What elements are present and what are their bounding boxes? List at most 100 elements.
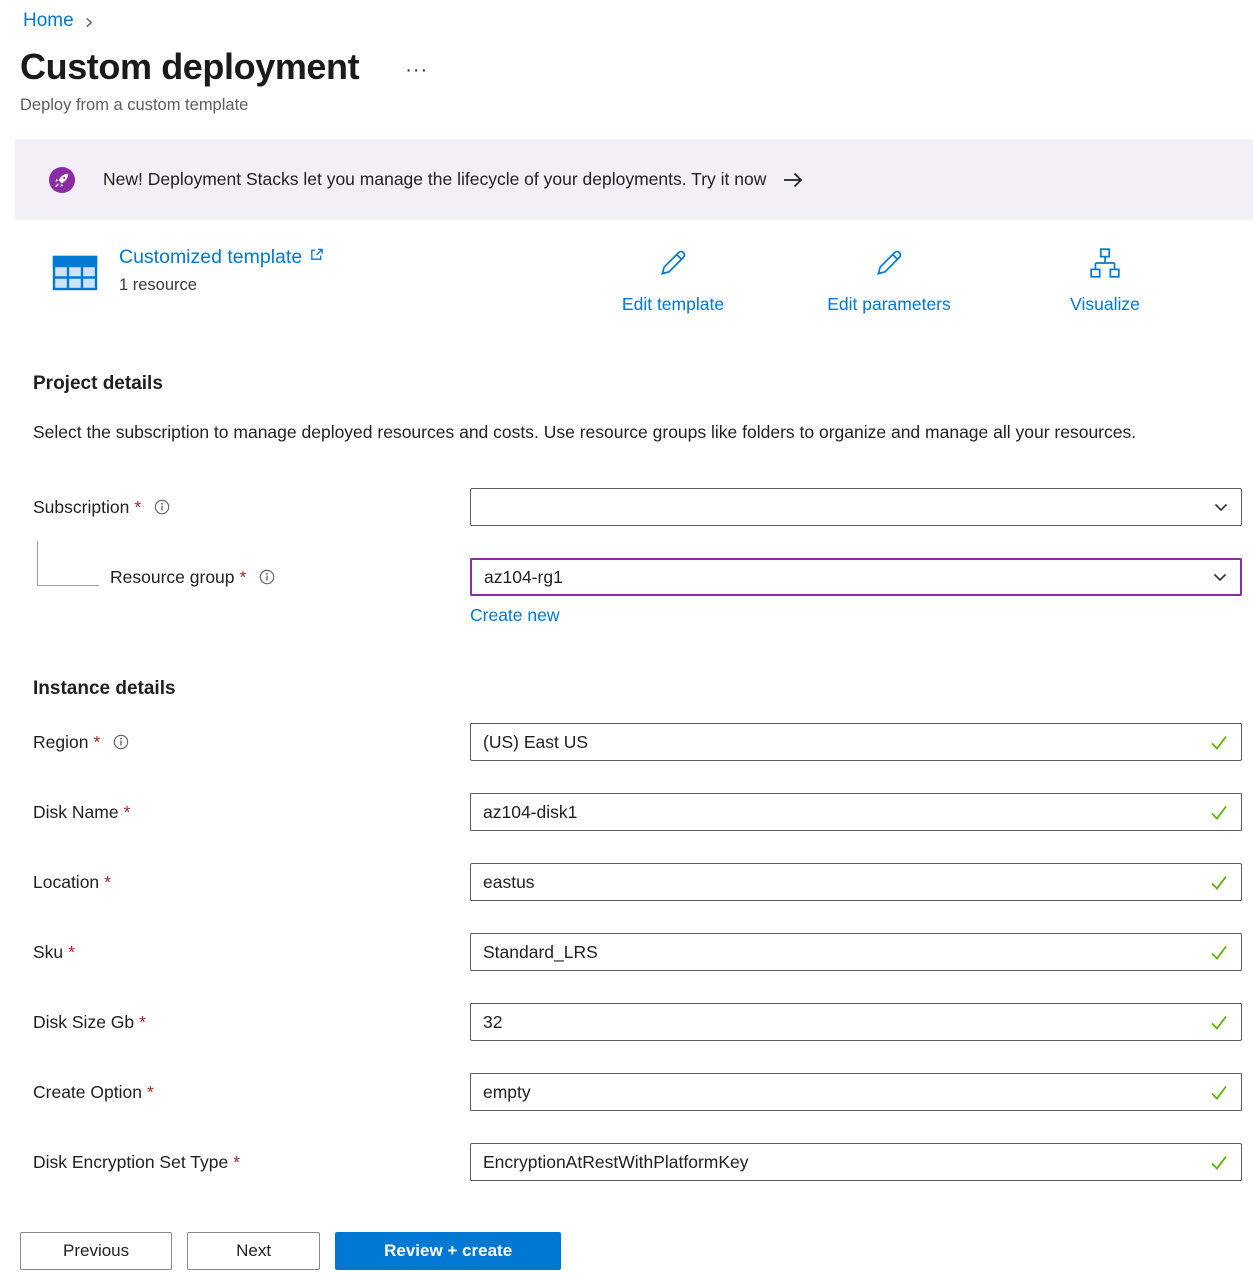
create-option-label-cell: Create Option* [33, 1082, 470, 1103]
template-text: Customized template 1 resource [119, 246, 324, 297]
sku-input[interactable]: Standard_LRS [470, 933, 1242, 971]
field-row-subscription: Subscription* [33, 488, 1242, 526]
visualize-button[interactable]: Visualize [997, 246, 1213, 315]
hierarchy-icon [1088, 246, 1122, 285]
required-asterisk: * [124, 802, 131, 823]
valid-check-icon [1209, 1012, 1229, 1032]
subscription-dropdown[interactable] [470, 488, 1242, 526]
subscription-label: Subscription [33, 497, 129, 518]
pencil-icon [656, 246, 690, 285]
resource-group-label: Resource group [110, 567, 235, 588]
disk-size-gb-label: Disk Size Gb [33, 1012, 134, 1033]
create-option-label: Create Option [33, 1082, 142, 1103]
template-summary-row: Customized template 1 resource [51, 246, 1229, 315]
page-subtitle: Deploy from a custom template [20, 96, 1253, 115]
region-label: Region [33, 732, 88, 753]
disk-encryption-set-type-label-cell: Disk Encryption Set Type* [33, 1152, 470, 1173]
create-option-value: empty [483, 1082, 1201, 1103]
project-form: Subscription* Resource group* [0, 488, 1253, 1181]
template-grid-icon [51, 249, 99, 297]
custom-deployment-page: Home Custom deployment ··· Deploy from a… [0, 0, 1253, 1280]
disk-name-value: az104-disk1 [483, 802, 1201, 823]
external-link-icon [309, 247, 324, 262]
field-row-location: Location* eastus [33, 863, 1242, 901]
required-asterisk: * [240, 567, 247, 588]
disk-size-gb-input[interactable]: 32 [470, 1003, 1242, 1041]
required-asterisk: * [68, 942, 75, 963]
instance-details-heading: Instance details [33, 678, 1253, 700]
resource-group-label-cell: Resource group* [33, 567, 470, 588]
edit-parameters-label: Edit parameters [827, 294, 951, 315]
field-row-disk-size-gb: Disk Size Gb* 32 [33, 1003, 1242, 1041]
next-button[interactable]: Next [187, 1232, 320, 1270]
location-input[interactable]: eastus [470, 863, 1242, 901]
template-actions: Edit template Edit parameters [565, 246, 1213, 315]
edit-template-label: Edit template [622, 294, 724, 315]
disk-size-gb-value: 32 [483, 1012, 1201, 1033]
location-label-cell: Location* [33, 872, 470, 893]
region-label-cell: Region* [33, 732, 470, 753]
field-row-resource-group: Resource group* az104-rg1 [33, 558, 1242, 596]
project-details-description: Select the subscription to manage deploy… [33, 417, 1181, 448]
breadcrumb-home-link[interactable]: Home [23, 10, 74, 32]
title-row: Custom deployment ··· [20, 46, 1253, 88]
region-input[interactable]: (US) East US [470, 723, 1242, 761]
footer-bar: Previous Next Review + create [0, 1208, 1253, 1280]
disk-encryption-set-type-input[interactable]: EncryptionAtRestWithPlatformKey [470, 1143, 1242, 1181]
resource-group-value: az104-rg1 [484, 567, 1204, 588]
required-asterisk: * [147, 1082, 154, 1103]
location-label: Location [33, 872, 99, 893]
sku-label: Sku [33, 942, 63, 963]
spacer [0, 700, 1253, 723]
template-info: Customized template 1 resource [51, 246, 324, 297]
resource-group-dropdown[interactable]: az104-rg1 [470, 558, 1242, 596]
rocket-icon [48, 166, 76, 194]
dependency-connector-line [37, 541, 99, 586]
required-asterisk: * [233, 1152, 240, 1173]
subscription-label-cell: Subscription* [33, 497, 470, 518]
info-icon[interactable] [113, 734, 129, 750]
disk-size-gb-label-cell: Disk Size Gb* [33, 1012, 470, 1033]
visualize-label: Visualize [1070, 294, 1140, 315]
page-title: Custom deployment [20, 46, 359, 88]
disk-name-input[interactable]: az104-disk1 [470, 793, 1242, 831]
required-asterisk: * [104, 872, 111, 893]
edit-template-button[interactable]: Edit template [565, 246, 781, 315]
valid-check-icon [1209, 802, 1229, 822]
resource-count-label: 1 resource [119, 276, 324, 295]
disk-encryption-set-type-value: EncryptionAtRestWithPlatformKey [483, 1152, 1201, 1173]
create-new-link[interactable]: Create new [470, 605, 560, 625]
required-asterisk: * [93, 732, 100, 753]
valid-check-icon [1209, 1152, 1229, 1172]
field-row-create-option: Create Option* empty [33, 1073, 1242, 1111]
previous-button[interactable]: Previous [20, 1232, 172, 1270]
deployment-stacks-banner[interactable]: New! Deployment Stacks let you manage th… [15, 139, 1253, 220]
disk-name-label-cell: Disk Name* [33, 802, 470, 823]
required-asterisk: * [134, 497, 141, 518]
disk-name-label: Disk Name [33, 802, 119, 823]
field-row-disk-encryption-set-type: Disk Encryption Set Type* EncryptionAtRe… [33, 1143, 1242, 1181]
breadcrumb: Home [0, 0, 1253, 32]
field-row-sku: Sku* Standard_LRS [33, 933, 1242, 971]
breadcrumb-chevron-icon [83, 17, 94, 28]
arrow-right-icon[interactable] [782, 171, 804, 189]
info-icon[interactable] [154, 499, 170, 515]
valid-check-icon [1209, 732, 1229, 752]
pencil-icon [872, 246, 906, 285]
location-value: eastus [483, 872, 1201, 893]
info-icon[interactable] [259, 569, 275, 585]
valid-check-icon [1209, 872, 1229, 892]
required-asterisk: * [139, 1012, 146, 1033]
region-value: (US) East US [483, 732, 1201, 753]
template-name-label: Customized template [119, 246, 302, 269]
review-create-button[interactable]: Review + create [335, 1232, 561, 1270]
chevron-down-icon [1213, 499, 1229, 515]
field-row-region: Region* (US) East US [33, 723, 1242, 761]
valid-check-icon [1209, 1082, 1229, 1102]
disk-encryption-set-type-label: Disk Encryption Set Type [33, 1152, 228, 1173]
banner-message: New! Deployment Stacks let you manage th… [103, 169, 766, 190]
edit-parameters-button[interactable]: Edit parameters [781, 246, 997, 315]
customized-template-link[interactable]: Customized template [119, 246, 324, 269]
more-options-icon[interactable]: ··· [405, 59, 428, 82]
create-option-input[interactable]: empty [470, 1073, 1242, 1111]
